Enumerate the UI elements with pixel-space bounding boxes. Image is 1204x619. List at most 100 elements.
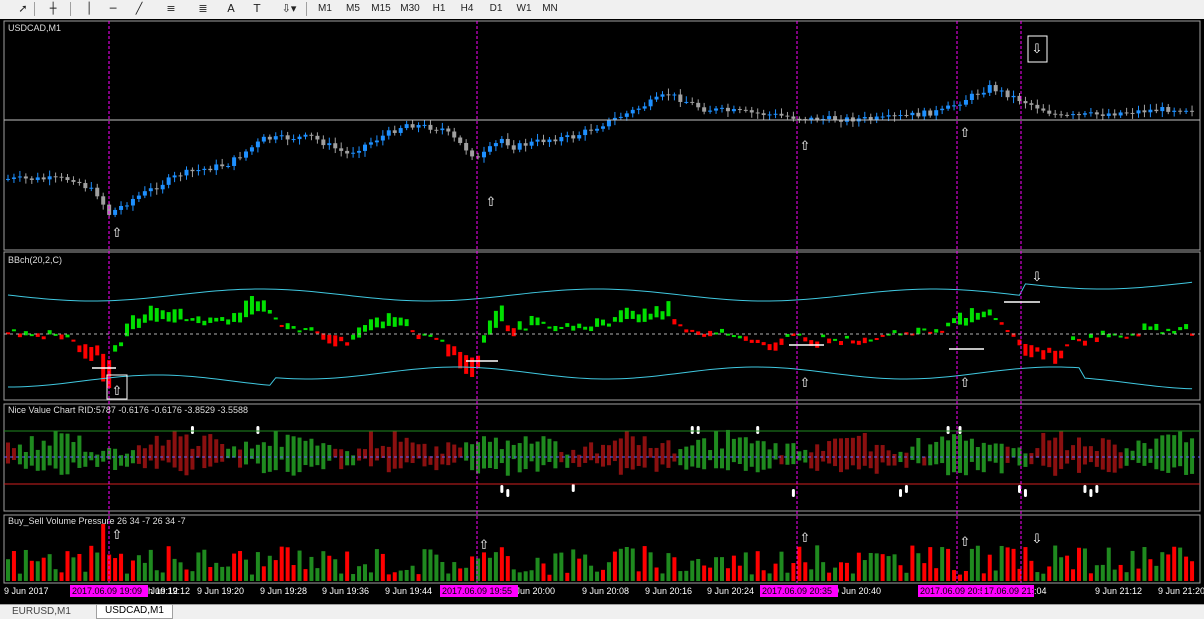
timeframe-m5-button[interactable]: M5 [341, 1, 365, 17]
bbch-bar [981, 311, 986, 318]
nvc-bar [1112, 444, 1117, 473]
volume-bar [1190, 561, 1195, 581]
equidistant-channel-icon[interactable]: ≡ [162, 1, 180, 17]
candle-body [850, 117, 855, 122]
bbch-bar [1082, 340, 1087, 346]
volume-bar [196, 552, 201, 581]
nvc-bar [940, 436, 945, 464]
nvc-bar [6, 442, 10, 464]
nvc-extreme-dot [256, 426, 260, 434]
bbch-bar [606, 323, 611, 327]
up-arrow-icon: ⇧ [479, 538, 490, 553]
nvc-bar [487, 441, 492, 468]
candle-body [273, 136, 278, 140]
volume-bar [309, 556, 314, 581]
bbch-bar [1166, 328, 1171, 332]
nvc-bar [1023, 453, 1028, 467]
nvc-bar [868, 451, 873, 469]
volume-bar [868, 552, 873, 581]
candle-body [59, 176, 64, 178]
nvc-bar [172, 430, 177, 468]
volume-bar [482, 552, 486, 581]
volume-bar [386, 574, 391, 581]
nvc-bar [1082, 446, 1087, 465]
candle-body [529, 141, 534, 146]
bbch-bar [577, 323, 582, 329]
candle-body [523, 143, 528, 146]
down-arrow-icon: ⇩ [1032, 270, 1043, 285]
volume-bar [654, 567, 659, 581]
time-axis-label: 9 Jun 20:16 [645, 586, 692, 596]
cursor-icon[interactable]: ➚ [14, 1, 32, 17]
candle-body [23, 176, 28, 179]
volume-bar [238, 551, 243, 581]
candle-body [1172, 110, 1177, 112]
nvc-bar [89, 452, 94, 461]
candle-body [731, 109, 736, 112]
candle-body [1124, 112, 1129, 114]
timeframe-h4-button[interactable]: H4 [455, 1, 479, 17]
trendline-icon[interactable]: ╱ [130, 1, 148, 17]
nvc-bar [482, 436, 486, 469]
bbch-bar [844, 335, 849, 339]
timeframe-w1-button[interactable]: W1 [512, 1, 536, 17]
candle-body [630, 109, 635, 114]
volume-bar [410, 565, 415, 581]
timeframe-mn-button[interactable]: MN [538, 1, 562, 17]
volume-bar [809, 569, 814, 581]
text-label-icon[interactable]: T [248, 1, 266, 17]
volume-bar [23, 549, 28, 581]
crosshair-icon[interactable]: ┼ [44, 1, 62, 17]
bbch-bar [446, 344, 451, 357]
nvc-bar [886, 450, 891, 466]
nvc-bar [583, 446, 588, 463]
candle-body [291, 139, 296, 141]
bbch-bar [386, 313, 391, 326]
volume-bar [83, 571, 88, 581]
fibonacci-icon[interactable]: ≣ [194, 1, 212, 17]
timeframe-m15-button[interactable]: M15 [369, 1, 393, 17]
candle-body [559, 137, 564, 142]
volume-bar [249, 574, 254, 581]
nvc-bar [880, 445, 885, 463]
horizontal-line-icon[interactable]: ─ [104, 1, 122, 17]
volume-bar [547, 574, 552, 581]
nvc-bar [464, 442, 469, 461]
chart-area[interactable]: ⇧ ⇧ ⇧ ⇧ ⇧ ⇧ ⇧ ⇧ ⇧ ⇧ ⇧ ⇩ ⇩ ⇩ USDCAD,M1 BBch(20,2,C) Ni… [0, 19, 1204, 605]
nvc-bar [648, 448, 653, 458]
nvc-bar [714, 431, 719, 469]
bbch-bar [672, 319, 677, 325]
timeframe-d1-button[interactable]: D1 [484, 1, 508, 17]
nvc-bar [71, 442, 76, 463]
symbol-tab[interactable]: EURUSD,M1 [4, 606, 79, 618]
volume-bar [940, 547, 945, 581]
candle-body [785, 115, 790, 117]
timeframe-m30-button[interactable]: M30 [398, 1, 422, 17]
candle-body [255, 141, 260, 148]
volume-bar [934, 568, 939, 581]
volume-bar [916, 553, 921, 581]
candle-body [952, 105, 957, 107]
bbch-bar [767, 344, 772, 351]
vertical-line-icon[interactable]: │ [80, 1, 98, 17]
candle-body [154, 188, 159, 190]
bbch-bar [351, 334, 356, 340]
nvc-bar [969, 438, 974, 462]
bbch-bar [773, 342, 778, 351]
nvc-bar [291, 436, 296, 476]
volume-bar [53, 569, 58, 581]
nvc-bar [493, 437, 498, 470]
bbch-bar [654, 306, 659, 318]
text-icon[interactable]: A [222, 1, 240, 17]
timeframe-h1-button[interactable]: H1 [427, 1, 451, 17]
nvc-bar [202, 435, 207, 469]
volume-bar [279, 546, 284, 581]
volume-bar [571, 549, 576, 581]
main-pane-label: USDCAD,M1 [8, 23, 61, 33]
bbch-bar [517, 321, 522, 330]
timeframe-m1-button[interactable]: M1 [313, 1, 337, 17]
volume-bar [339, 573, 344, 581]
nvc-extreme-dot [791, 489, 795, 497]
nvc-bar [238, 449, 243, 468]
arrows-dropdown-icon[interactable]: ⇩▾ [280, 1, 298, 17]
